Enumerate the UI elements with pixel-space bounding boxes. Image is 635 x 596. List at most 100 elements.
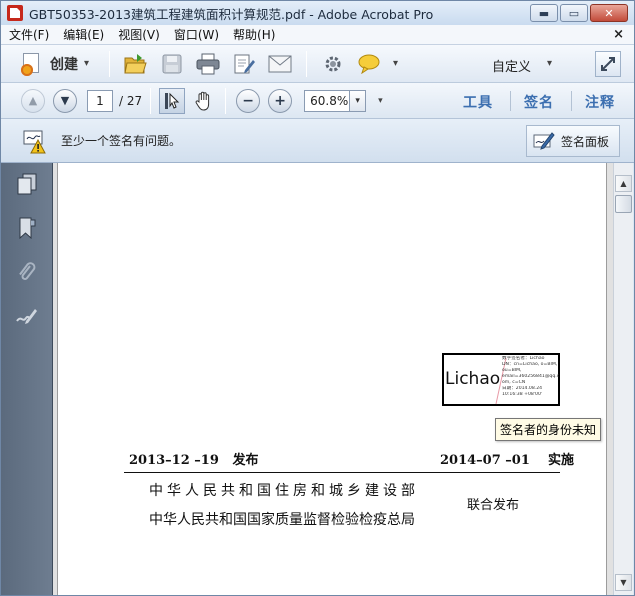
speech-bubble-icon [358,54,380,74]
scroll-down-arrow[interactable]: ▼ [615,574,632,591]
pane-divider [510,91,511,111]
select-tool-button[interactable] [159,87,186,114]
minimize-button[interactable]: ▬ [530,4,558,22]
digital-signature-field[interactable]: Lichao 数字签名者：Lichao DN：cn=Lichao, o=BIM,… [442,353,560,406]
navigation-pane [1,163,53,595]
settings-button[interactable] [320,51,346,77]
signature-status-message: 至少一个签名有问题。 [61,134,182,148]
window-title: GBT50353-2013建筑工程建筑面积计算规范.pdf - Adobe Ac… [29,6,434,22]
vertical-scrollbar[interactable]: ▲ ▼ [613,163,633,595]
title-bar: GBT50353-2013建筑工程建筑面积计算规范.pdf - Adobe Ac… [1,1,634,25]
zoom-dropdown-button[interactable]: ▾ [350,89,367,112]
toolbar-divider [225,87,227,114]
gear-icon [325,56,341,71]
tools-pane-tab[interactable]: 工具 [463,92,493,112]
save-icon [162,54,182,73]
pages-icon [17,173,37,195]
edit-document-icon [234,54,256,73]
create-label: 创建 [50,56,78,73]
envelope-icon [268,55,292,72]
signature-message-bar: 至少一个签名有问题。 签名面板 [1,119,634,163]
expand-icon [601,57,615,71]
pdf-page: Lichao 数字签名者：Lichao DN：cn=Lichao, o=BIM,… [57,163,607,595]
window-controls: ▬ ▭ ✕ [530,4,628,22]
pane-divider [571,91,572,111]
previous-page-button[interactable]: ▲ [21,88,45,113]
menu-window[interactable]: 窗口(W) [174,26,219,43]
menu-view[interactable]: 视图(V) [118,26,160,43]
cursor-arrow-icon [165,92,180,109]
more-nav-tools-dropdown[interactable]: ▾ [378,96,383,106]
toolbar-divider [109,50,111,77]
issuing-organization-1: 中华人民共和国住房和城乡建设部 [149,483,419,499]
menu-help[interactable]: 帮助(H) [233,26,275,43]
issued-label: 发布 [232,453,259,468]
close-icon: ✕ [604,6,614,20]
email-button[interactable] [267,51,293,77]
signature-name: Lichao [445,369,501,389]
effective-date-line: 2014–07 –01 实施 [440,449,574,468]
plus-icon: + [274,92,286,109]
edit-document-button[interactable] [231,51,257,77]
toolbar-divider [306,50,308,77]
scroll-thumb[interactable] [615,195,632,213]
document-view[interactable]: Lichao 数字签名者：Lichao DN：cn=Lichao, o=BIM,… [53,163,613,595]
issuing-organization-2: 中华人民共和国国家质量监督检验检疫总局 [149,512,415,528]
print-button[interactable] [195,51,221,77]
customize-label[interactable]: 自定义 [492,56,531,75]
hand-tool-button[interactable] [191,88,217,114]
scroll-up-arrow[interactable]: ▲ [615,175,632,192]
sign-pane-tab[interactable]: 签名 [524,92,554,112]
printer-icon [196,53,220,74]
save-button[interactable] [159,51,185,77]
signature-detail-line: 10:16:38 +08'00' [502,392,543,397]
joint-issue-label: 联合发布 [467,498,520,513]
signature-panel-label: 签名面板 [561,134,610,149]
zoom-in-button[interactable]: + [268,88,293,113]
menu-file[interactable]: 文件(F) [9,26,49,43]
effective-date: 2014–07 –01 [440,453,530,468]
minimize-icon: ▬ [538,6,550,20]
zoom-level-input[interactable]: 60.8% [304,89,351,112]
horizontal-rule [124,472,560,473]
open-folder-button[interactable] [123,51,149,77]
issued-date: 2013–12 –19 [129,453,219,468]
open-folder-icon [124,53,147,73]
create-button[interactable]: 创建 ▾ [21,52,89,76]
close-window-button[interactable]: ✕ [590,4,628,22]
signature-warning-icon [23,129,49,153]
main-toolbar: 创建 ▾ ▾ 自定义 ▾ [1,45,634,83]
bookmarks-button[interactable] [14,215,40,241]
signatures-nav-button[interactable] [14,303,40,329]
page-number-input[interactable]: 1 [87,89,113,112]
next-page-button[interactable]: ▼ [53,88,77,113]
bookmark-icon [19,217,36,239]
page-total: / 27 [119,93,143,108]
signature-panel-button[interactable]: 签名面板 [526,125,620,157]
menu-bar: 文件(F) 编辑(E) 视图(V) 窗口(W) 帮助(H) × [1,25,634,45]
paperclip-icon [19,262,36,280]
effective-label: 实施 [548,453,575,468]
hand-icon [195,91,210,111]
minus-icon: − [242,92,254,109]
zoom-out-button[interactable]: − [236,88,261,113]
arrow-up-icon: ▲ [28,94,38,107]
full-screen-button[interactable] [595,51,621,77]
signature-pen-icon [16,309,37,324]
customize-dropdown-icon[interactable]: ▾ [547,58,552,69]
maximize-icon: ▭ [568,6,580,20]
maximize-button[interactable]: ▭ [560,4,588,22]
more-tools-dropdown[interactable]: ▾ [393,58,398,69]
close-document-button[interactable]: × [613,27,624,42]
signature-tooltip: 签名者的身份未知 [495,418,602,441]
signature-pen-icon [533,132,555,150]
acrobat-window: GBT50353-2013建筑工程建筑面积计算规范.pdf - Adobe Ac… [0,0,635,596]
attachments-button[interactable] [14,259,40,285]
pdf-file-icon [7,5,23,21]
comment-pane-tab[interactable]: 注释 [585,92,615,112]
page-thumbnails-button[interactable] [14,171,40,197]
chevron-down-icon: ▾ [84,58,90,69]
signature-details: 数字签名者：Lichao DN：cn=Lichao, o=BIM, ou=BIM… [502,356,560,398]
menu-edit[interactable]: 编辑(E) [63,26,104,43]
comment-button[interactable] [356,51,382,77]
